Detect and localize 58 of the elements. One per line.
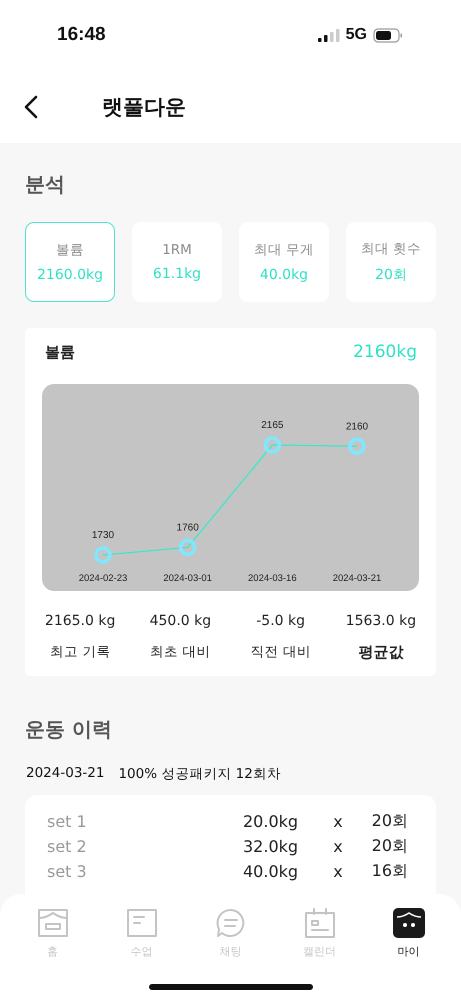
signal-icon [318, 28, 340, 42]
multiply-sign: x [332, 812, 344, 831]
data-label: 1730 [92, 530, 114, 541]
tab-item[interactable]: 마이 [378, 908, 438, 966]
tab-item[interactable]: 채팅 [200, 908, 260, 966]
set-name: set 2 [47, 837, 88, 856]
note-icon [126, 908, 158, 938]
set-weight: 20.0kg [243, 812, 300, 831]
data-label: 2165 [261, 420, 284, 431]
calendar-icon [304, 908, 336, 938]
stat-label: 평균값 [358, 643, 404, 662]
set-reps: 20회 [370, 836, 408, 857]
date-label: 2024-02-23 [78, 573, 128, 584]
section-title: 분석 [25, 171, 66, 198]
status-time: 16:48 [57, 24, 106, 46]
date-label: 2024-03-21 [332, 573, 382, 584]
set-reps: 16회 [370, 861, 408, 882]
record-package: 100% 성공패키지 12회차 [118, 765, 281, 783]
battery-icon [373, 28, 403, 42]
set-reps: 20회 [370, 811, 408, 832]
stat-value: 1563.0 kg [346, 613, 416, 629]
tab-item[interactable]: 수업 [112, 908, 172, 966]
stat-label: 최고 기록 [50, 643, 110, 661]
metric-tab[interactable]: 최대 무게 40.0kg [239, 222, 329, 302]
face-box-icon [392, 908, 424, 938]
data-point [94, 546, 112, 564]
date-label: 2024-03-16 [248, 573, 297, 584]
metric-tab[interactable]: 최대 횟수 20회 [346, 222, 436, 302]
chart-total: 2160kg [353, 342, 417, 362]
stat-label: 직전 대비 [250, 643, 311, 661]
chart-title: 볼륨 [45, 342, 75, 362]
data-point [178, 538, 196, 556]
record-date: 2024-03-21 [26, 765, 104, 783]
chat-icon [214, 908, 246, 938]
set-weight: 40.0kg [243, 862, 300, 881]
section-title: 운동 이력 [25, 716, 113, 743]
house-icon [36, 908, 68, 938]
stat-value: -5.0 kg [256, 613, 305, 629]
date-label: 2024-03-01 [163, 573, 212, 584]
multiply-sign: x [332, 837, 344, 856]
data-label: 2160 [346, 421, 368, 432]
page-title: 랫풀다운 [102, 94, 186, 120]
stat-label: 최초 대비 [150, 643, 211, 661]
data-point [264, 436, 282, 454]
tab-item[interactable]: 홈 [22, 908, 82, 966]
metric-tab[interactable]: 1RM 61.1kg [132, 222, 222, 302]
set-name: set 3 [47, 862, 88, 881]
multiply-sign: x [332, 862, 344, 881]
back-button[interactable] [22, 92, 40, 120]
stat-value: 450.0 kg [150, 613, 212, 629]
metric-tab[interactable]: 볼륨 2160.0kg [25, 222, 115, 302]
tab-item[interactable]: 캘린더 [290, 908, 350, 966]
set-weight: 32.0kg [243, 837, 300, 856]
set-name: set 1 [47, 812, 88, 831]
data-point [348, 438, 366, 456]
data-label: 1760 [176, 522, 199, 534]
stat-value: 2165.0 kg [44, 613, 116, 629]
network-label: 5G [346, 26, 367, 44]
